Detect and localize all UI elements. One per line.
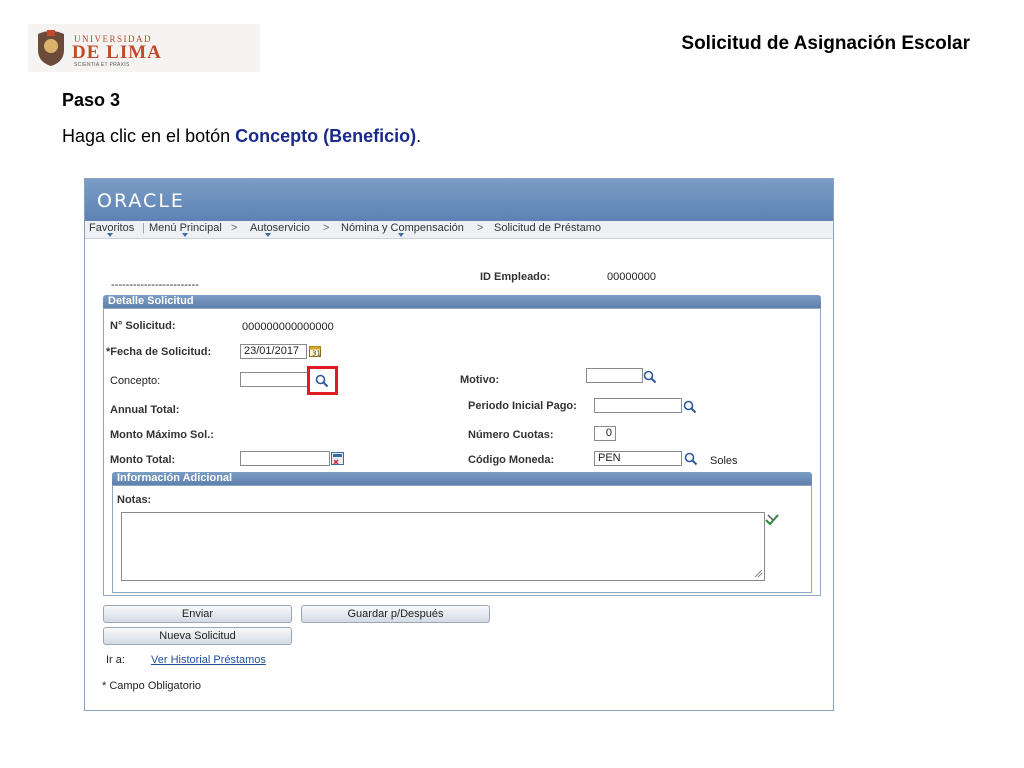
guardar-button[interactable]: Guardar p/Después [301,605,490,623]
codigo-moneda-label: Código Moneda: [468,454,555,466]
periodo-input[interactable] [594,398,682,413]
crest-icon [38,30,64,66]
chevron-down-icon[interactable] [182,233,188,237]
calendar-icon[interactable]: 31 [309,345,321,357]
moneda-search-icon[interactable] [684,452,698,466]
motivo-search-icon[interactable] [643,370,657,384]
instruction-prefix: Haga clic en el botón [62,126,236,146]
historial-prestamos-link[interactable]: Ver Historial Préstamos [151,654,266,666]
ir-a-label: Ir a: [106,654,125,666]
required-note: * Campo Obligatorio [102,680,202,692]
numero-cuotas-input[interactable]: 0 [594,426,616,441]
periodo-label: Periodo Inicial Pago: [468,400,577,412]
step-heading: Paso 3 [62,90,121,110]
employee-id-label: ID Empleado: [480,271,551,283]
fecha-solicitud-label: *Fecha de Solicitud: [106,346,212,358]
document-title: Solicitud de Asignación Escolar [681,33,970,54]
codigo-moneda-input[interactable]: PEN [594,451,682,466]
notas-textarea[interactable] [121,512,765,581]
concepto-highlight-box [307,366,338,395]
nro-solicitud-label: N° Solicitud: [110,320,176,332]
nav-separator: > [477,222,484,234]
chevron-down-icon[interactable] [265,233,271,237]
motivo-input[interactable] [586,368,643,383]
chevron-down-icon[interactable] [398,233,404,237]
concepto-input[interactable] [240,372,309,387]
nav-autoservicio[interactable]: Autoservicio [250,222,310,234]
svg-text:31: 31 [312,350,321,358]
moneda-description: Soles [710,455,738,467]
spell-check-icon[interactable] [764,512,780,528]
nro-solicitud-value: 000000000000000 [242,321,334,333]
monto-total-label: Monto Total: [110,454,176,466]
annual-total-label: Annual Total: [110,404,180,416]
instruction-text: Haga clic en el botón Concepto (Benefici… [62,126,421,147]
logo-line2: DE LIMA [72,42,162,63]
nav-separator: > [323,222,330,234]
numero-cuotas-label: Número Cuotas: [468,429,554,441]
fecha-solicitud-input[interactable]: 23/01/2017 [240,344,307,359]
nav-solicitud-prestamo[interactable]: Solicitud de Préstamo [494,222,601,234]
oracle-logo: ORACLE [97,190,185,212]
nav-separator: > [231,222,238,234]
app-screenshot: ORACLE Favoritos | Menú Principal > Auto… [84,178,834,711]
instruction-bold: Concepto (Beneficio) [235,126,417,146]
concepto-label: Concepto: [110,375,161,387]
instruction-suffix: . [416,126,422,146]
calculator-icon[interactable] [331,452,344,465]
detail-section-header: Detalle Solicitud [103,295,821,308]
employee-name-placeholder: ------------------------ [111,279,199,291]
breadcrumb: Favoritos | Menú Principal > Autoservici… [85,221,833,239]
enviar-button[interactable]: Enviar [103,605,292,623]
monto-total-input[interactable] [240,451,330,466]
app-header-bar: ORACLE [85,179,833,221]
resize-handle-icon[interactable] [753,568,763,578]
nueva-solicitud-button[interactable]: Nueva Solicitud [103,627,292,645]
chevron-down-icon[interactable] [107,233,113,237]
nav-divider: | [142,222,145,234]
logo-motto: SCIENTIA ET PRAXIS [74,62,130,68]
periodo-search-icon[interactable] [683,400,697,414]
notas-label: Notas: [117,494,152,506]
monto-maximo-label: Monto Máximo Sol.: [110,429,214,441]
employee-id-value: 00000000 [607,271,656,283]
motivo-label: Motivo: [460,374,500,386]
university-logo: UNIVERSIDAD DE LIMA SCIENTIA ET PRAXIS [28,24,260,72]
info-section-header: Información Adicional [112,472,812,485]
